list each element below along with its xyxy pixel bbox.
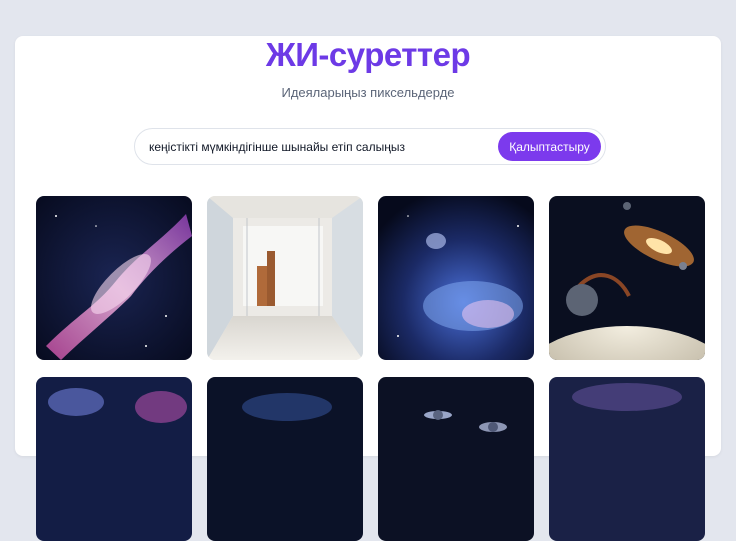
page-title: ЖИ-суреттер <box>265 36 471 73</box>
page-subtitle: Идеяларыңыз пиксельдерде <box>281 85 455 100</box>
search-bar: Қалыптастыру <box>134 128 606 165</box>
gallery-image-8[interactable] <box>549 377 705 541</box>
gallery-image-1[interactable] <box>36 196 192 360</box>
gallery-image-7[interactable] <box>378 377 534 541</box>
prompt-input[interactable] <box>149 129 489 164</box>
gallery-image-2[interactable] <box>207 196 363 360</box>
gallery-image-6[interactable] <box>207 377 363 541</box>
gallery-image-3[interactable] <box>378 196 534 360</box>
gallery-image-5[interactable] <box>36 377 192 541</box>
gallery-image-4[interactable] <box>549 196 705 360</box>
generate-button[interactable]: Қалыптастыру <box>498 132 601 161</box>
